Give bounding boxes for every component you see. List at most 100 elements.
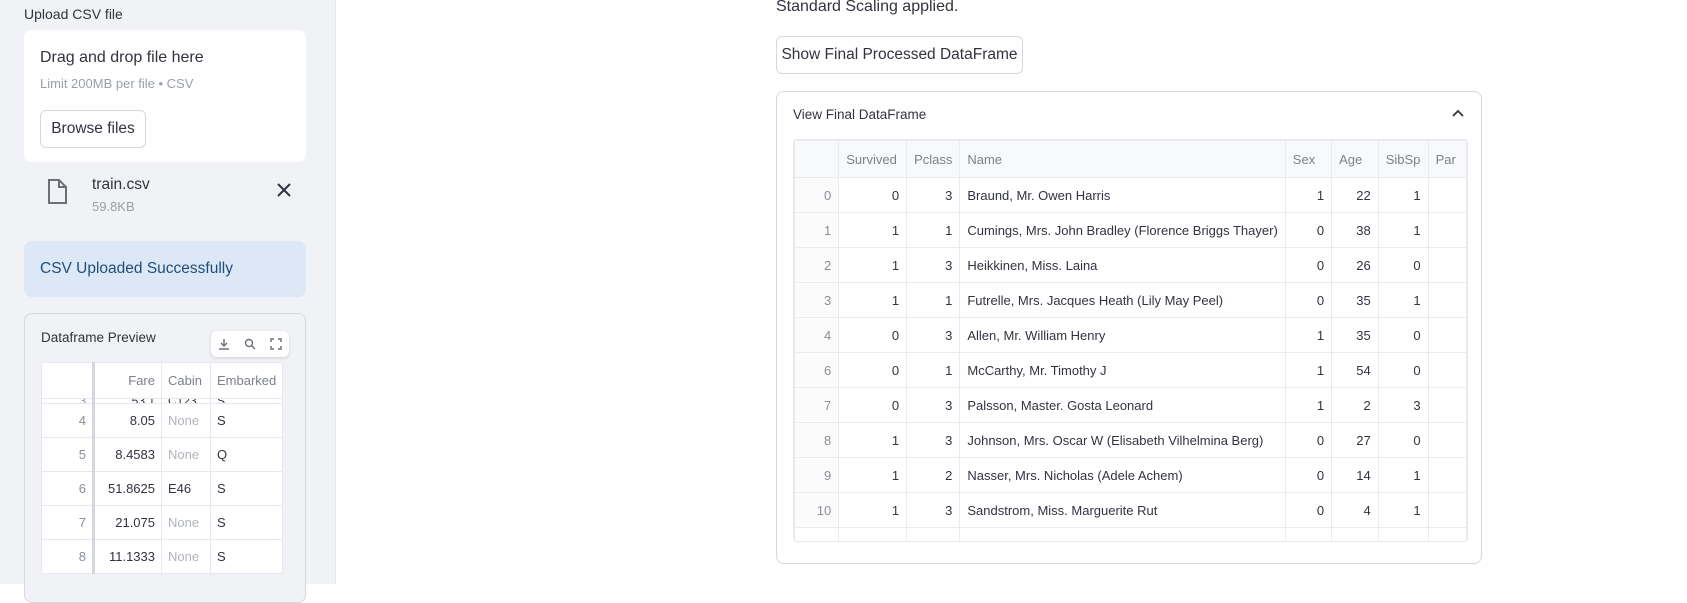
table-row: 10 1 3 Sandstrom, Miss. Marguerite Rut 0 4 1	[794, 492, 1467, 528]
col-sibsp[interactable]: SibSp	[1377, 140, 1429, 178]
empty-cell	[906, 527, 961, 541]
cell-parch	[1427, 457, 1467, 493]
dropzone-title: Drag and drop file here	[40, 49, 204, 66]
cell-sibsp: 1	[1377, 457, 1429, 493]
empty-cell	[1284, 527, 1333, 541]
cell-embarked: S	[209, 539, 284, 574]
col-survived[interactable]: Survived	[838, 140, 908, 178]
show-final-dataframe-button[interactable]: Show Final Processed DataFrame	[776, 36, 1023, 74]
cell-pclass: 2	[906, 457, 961, 493]
cell-cabin: None	[161, 505, 211, 540]
expander-title[interactable]: View Final DataFrame	[793, 107, 926, 122]
row-index: 4	[794, 317, 840, 353]
cell-pclass: 3	[906, 317, 961, 353]
uploaded-file: train.csv 59.8KB	[24, 172, 306, 220]
cell-survived: 1	[838, 282, 908, 318]
cell-survived: 1	[838, 247, 908, 283]
cell-pclass: 3	[906, 387, 961, 423]
preview-col-cabin[interactable]: Cabin	[161, 362, 211, 399]
table-row: 7 0 3 Palsson, Master. Gosta Leonard 1 2 3	[794, 387, 1467, 423]
cell-parch	[1427, 247, 1467, 283]
table-row: 6 0 1 McCarthy, Mr. Timothy J 1 54 0	[794, 352, 1467, 388]
dropzone-limit: Limit 200MB per file • CSV	[40, 76, 194, 91]
cell-age: 54	[1331, 352, 1379, 388]
cell-sibsp: 3	[1377, 387, 1429, 423]
cell-sibsp: 1	[1377, 282, 1429, 318]
col-pclass[interactable]: Pclass	[906, 140, 961, 178]
row-index: 8	[794, 422, 840, 458]
final-dataframe-expander: View Final DataFrame Survived Pclass Nam…	[776, 91, 1482, 564]
cell-survived: 0	[838, 352, 908, 388]
preview-col-fare[interactable]: Fare	[93, 362, 162, 399]
download-icon[interactable]	[214, 334, 234, 354]
cell-age: 26	[1331, 247, 1379, 283]
fullscreen-icon[interactable]	[266, 334, 286, 354]
cell-pclass: 3	[906, 492, 961, 528]
cell-age: 14	[1331, 457, 1379, 493]
cell-name: Cumings, Mrs. John Bradley (Florence Bri…	[959, 212, 1286, 248]
cell-age: 22	[1331, 177, 1379, 213]
cell-sibsp: 1	[1377, 177, 1429, 213]
col-parch[interactable]: Par	[1427, 140, 1467, 178]
row-index: 6	[794, 352, 840, 388]
table-row: 7 21.075 None S	[41, 505, 284, 540]
cell-survived: 0	[838, 317, 908, 353]
cell-parch	[1427, 422, 1467, 458]
cell-pclass: 1	[906, 212, 961, 248]
cell-sex: 1	[1284, 352, 1333, 388]
file-dropzone[interactable]: Drag and drop file here Limit 200MB per …	[24, 30, 306, 162]
preview-col-index	[41, 362, 95, 399]
cell-sibsp: 0	[1377, 352, 1429, 388]
table-row: 6 51.8625 E46 S	[41, 471, 284, 506]
cell-parch	[1427, 492, 1467, 528]
cell-age: 38	[1331, 212, 1379, 248]
cell-embarked: S	[209, 505, 284, 540]
cell-name: Sandstrom, Miss. Marguerite Rut	[959, 492, 1286, 528]
table-row-partial	[794, 527, 1467, 541]
col-age[interactable]: Age	[1331, 140, 1379, 178]
grid-header-row: Survived Pclass Name Sex Age SibSp Par	[794, 140, 1467, 178]
final-dataframe-grid[interactable]: Survived Pclass Name Sex Age SibSp Par 0…	[793, 139, 1468, 542]
row-index: 0	[794, 177, 840, 213]
row-index: 10	[794, 492, 840, 528]
table-row: 0 0 3 Braund, Mr. Owen Harris 1 22 1	[794, 177, 1467, 213]
preview-col-embarked[interactable]: Embarked	[209, 362, 284, 399]
cell-parch	[1427, 317, 1467, 353]
close-icon[interactable]	[272, 178, 296, 202]
row-index: 9	[794, 457, 840, 493]
table-row: 8 1 3 Johnson, Mrs. Oscar W (Elisabeth Vilh…	[794, 422, 1467, 458]
cell-cabin: None	[161, 437, 211, 472]
final-dataframe-table[interactable]: Survived Pclass Name Sex Age SibSp Par 0…	[794, 140, 1467, 541]
cell-pclass: 3	[906, 177, 961, 213]
col-sex[interactable]: Sex	[1284, 140, 1333, 178]
cell-fare: 8.4583	[93, 437, 162, 472]
cell-sex: 0	[1284, 282, 1333, 318]
row-index: 6	[41, 471, 95, 506]
table-row: 3 1 1 Futrelle, Mrs. Jacques Heath (Lily Ma…	[794, 282, 1467, 318]
chevron-up-icon[interactable]	[1449, 104, 1467, 122]
cell-cabin: None	[161, 539, 211, 574]
cell-name: Palsson, Master. Gosta Leonard	[959, 387, 1286, 423]
row-index: 5	[41, 437, 95, 472]
cell-sibsp: 0	[1377, 422, 1429, 458]
success-alert: CSV Uploaded Successfully	[24, 241, 306, 297]
cell-survived: 0	[838, 177, 908, 213]
cell-survived: 0	[838, 387, 908, 423]
status-text: Standard Scaling applied.	[776, 0, 959, 15]
row-index: 3	[794, 282, 840, 318]
cell-sex: 0	[1284, 212, 1333, 248]
cell-parch	[1427, 177, 1467, 213]
table-row: 2 1 3 Heikkinen, Miss. Laina 0 26 0	[794, 247, 1467, 283]
cell-name: Futrelle, Mrs. Jacques Heath (Lily May P…	[959, 282, 1286, 318]
row-index: 8	[41, 539, 95, 574]
preview-table[interactable]: Fare Cabin Embarked 3 53.1 C123 S 4 8.05…	[41, 362, 284, 574]
search-icon[interactable]	[240, 334, 260, 354]
cell-age: 35	[1331, 282, 1379, 318]
preview-title: Dataframe Preview	[41, 330, 156, 345]
cell-cabin: E46	[161, 471, 211, 506]
cell-age: 35	[1331, 317, 1379, 353]
browse-files-button[interactable]: Browse files	[40, 110, 146, 148]
cell-sex: 0	[1284, 422, 1333, 458]
col-name[interactable]: Name	[959, 140, 1286, 178]
cell-name: Johnson, Mrs. Oscar W (Elisabeth Vilhelm…	[959, 422, 1286, 458]
